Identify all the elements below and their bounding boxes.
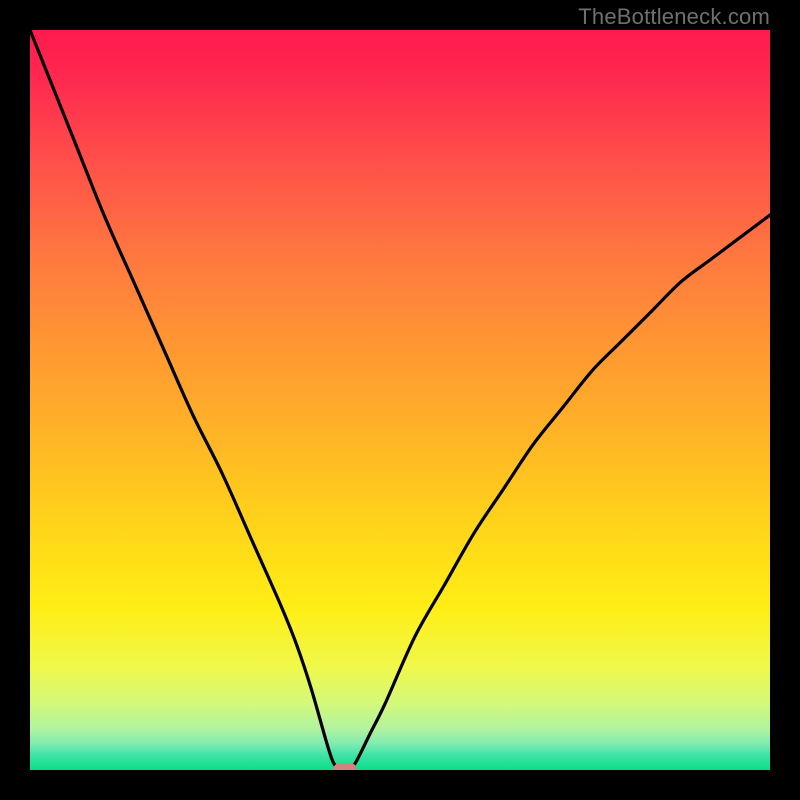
bottleneck-curve bbox=[30, 30, 770, 770]
chart-frame: TheBottleneck.com bbox=[0, 0, 800, 800]
watermark-text: TheBottleneck.com bbox=[578, 4, 770, 30]
optimal-marker bbox=[333, 763, 357, 770]
plot-area bbox=[30, 30, 770, 770]
